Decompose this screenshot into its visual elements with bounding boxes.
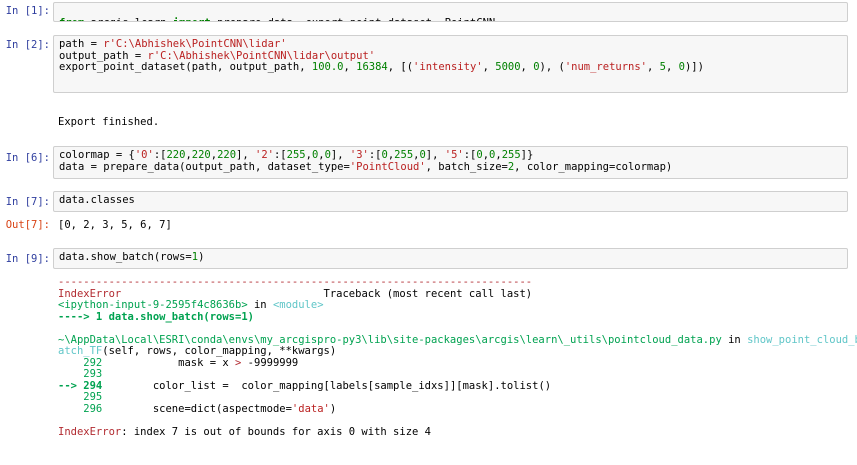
input-prompt-6: In [6]: xyxy=(5,152,50,164)
final-error-type: IndexError xyxy=(58,425,122,438)
source-line: color_list = color_mapping[labels[sample… xyxy=(102,379,552,392)
source-line-number: 293 xyxy=(58,368,103,380)
source-line-number: 296 xyxy=(58,402,103,415)
code-line: path = r'C:\Abhishek\PointCNN\lidar' xyxy=(59,38,287,50)
code-cell-7[interactable]: data.classes xyxy=(53,191,848,212)
file-path: ~\AppData\Local\ESRI\conda\envs\my_arcgi… xyxy=(58,333,722,346)
code-line: data = prepare_data(output_path, dataset… xyxy=(59,160,673,173)
code-cell-1[interactable]: from arcgis.learn import prepare_data, e… xyxy=(53,2,848,22)
code-cell-9[interactable]: data.show_batch(rows=1) xyxy=(53,248,848,269)
function-name: show_point_cloud_b xyxy=(747,333,857,346)
input-prompt-9: In [9]: xyxy=(5,253,50,265)
traceback-dashes: ----------------------------------------… xyxy=(58,276,533,288)
source-line-number-current: --> 294 xyxy=(58,379,103,392)
source-line: scene=dict(aspectmode='data') xyxy=(102,402,337,415)
function-signature: (self, rows, color_mapping, **kwargs) xyxy=(102,345,337,357)
ipython-input-ref: <ipython-input-9-2595f4c8636b> xyxy=(58,299,248,311)
code-line: export_point_dataset(path, output_path, … xyxy=(59,61,704,73)
cell-7-output: [0, 2, 3, 5, 6, 7] xyxy=(58,219,172,231)
traceback-arrow-line: ----> 1 data.show_batch(rows=1) xyxy=(58,310,254,323)
code-line: data.show_batch(rows=1) xyxy=(59,251,205,263)
output-prompt-7: Out[7]: xyxy=(5,219,50,231)
code-line: from arcgis.learn import prepare_data, e… xyxy=(59,17,495,21)
source-line-number: 295 xyxy=(58,391,103,403)
source-line-number: 292 xyxy=(58,356,103,369)
input-prompt-1: In [1]: xyxy=(5,5,50,17)
function-name-cont: atch_TF xyxy=(58,345,103,357)
error-type: IndexError xyxy=(58,287,122,300)
final-error-message: : index 7 is out of bounds for axis 0 wi… xyxy=(121,425,431,438)
code-cell-6[interactable]: colormap = {'0':[220,220,220], '2':[255,… xyxy=(53,146,848,179)
source-line: mask = x > -9999999 xyxy=(102,356,299,369)
code-line: data.classes xyxy=(59,194,135,206)
code-line: colormap = {'0':[220,220,220], '2':[255,… xyxy=(59,149,534,161)
traceback-label: Traceback (most recent call last) xyxy=(323,287,533,300)
input-prompt-7: In [7]: xyxy=(5,196,50,208)
code-cell-2[interactable]: path = r'C:\Abhishek\PointCNN\lidar' out… xyxy=(53,35,848,93)
input-prompt-2: In [2]: xyxy=(5,39,50,51)
traceback-output: ----------------------------------------… xyxy=(58,276,857,438)
module-ref: <module> xyxy=(272,299,324,311)
cell-2-output: Export finished. xyxy=(58,116,160,128)
code-line: output_path = r'C:\Abhishek\PointCNN\lid… xyxy=(59,49,376,62)
